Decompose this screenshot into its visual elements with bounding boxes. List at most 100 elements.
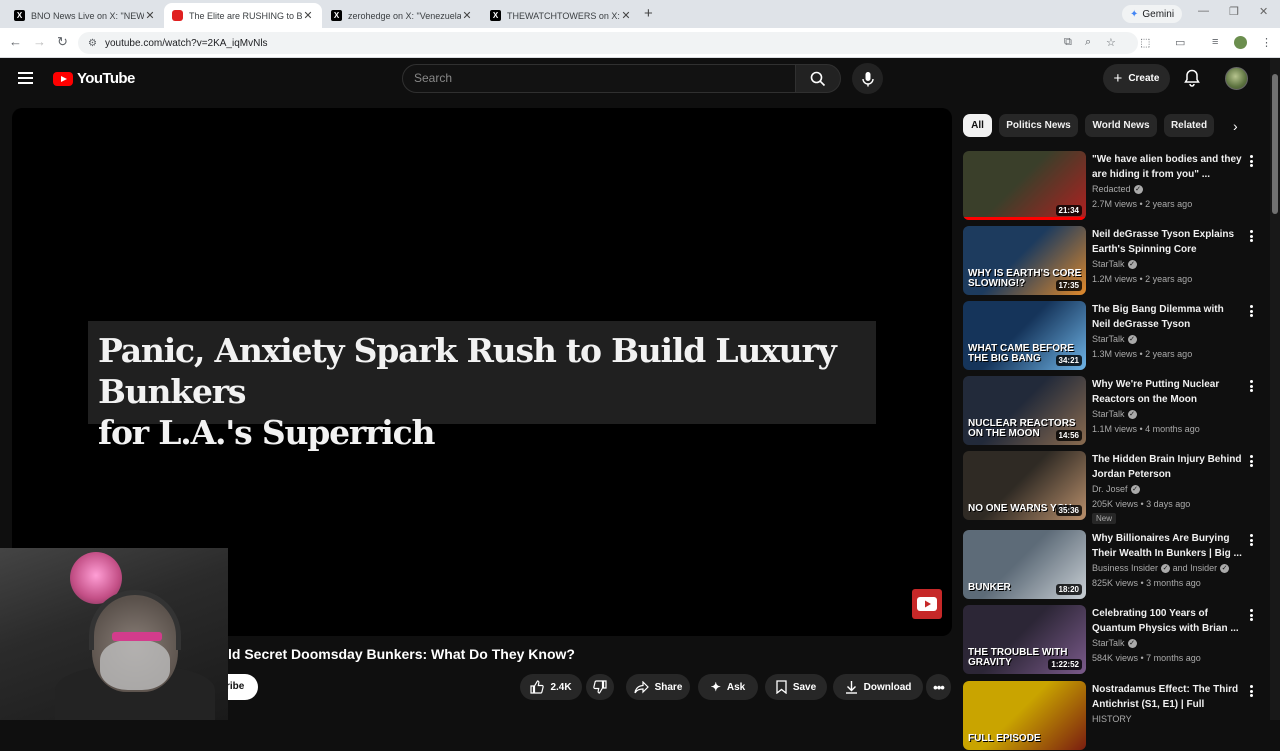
- browser-tab[interactable]: X THEWATCHTOWERS on X: "IT K ✕: [482, 3, 640, 28]
- site-info-icon[interactable]: ⚙: [88, 38, 97, 49]
- chip-all[interactable]: All: [963, 114, 992, 137]
- hamburger-menu-icon[interactable]: [18, 72, 33, 84]
- more-options-icon[interactable]: [1247, 607, 1255, 623]
- video-thumbnail[interactable]: BUNKER 18:20: [963, 530, 1086, 599]
- bell-icon: [1184, 69, 1200, 87]
- recommendation-title[interactable]: The Hidden Brain Injury Behind Jordan Pe…: [1092, 452, 1242, 482]
- video-frame-headline: Panic, Anxiety Spark Rush to Build Luxur…: [88, 321, 876, 452]
- recommendation-item[interactable]: WHY IS EARTH'S CORE SLOWING!? 17:35 Neil d…: [963, 226, 1263, 296]
- browser-tab[interactable]: X zerohedge on X: "Venezuela, Si ✕: [323, 3, 481, 28]
- scrollbar-thumb[interactable]: [1272, 74, 1278, 214]
- channel-name[interactable]: Business Insider ✓ and Insider ✓: [1092, 563, 1230, 574]
- video-thumbnail[interactable]: NO ONE WARNS YOU 35:36: [963, 451, 1086, 520]
- recommendation-title[interactable]: Celebrating 100 Years of Quantum Physics…: [1092, 606, 1242, 636]
- view-count-and-age: 2.7M views • 2 years ago: [1092, 199, 1193, 209]
- create-button[interactable]: + Create: [1103, 64, 1170, 93]
- reload-icon[interactable]: ↻: [57, 34, 68, 50]
- recommendation-item[interactable]: 21:34 "We have alien bodies and they are …: [963, 151, 1263, 221]
- channel-name[interactable]: StarTalk ✓: [1092, 409, 1137, 420]
- channel-name[interactable]: HISTORY: [1092, 714, 1132, 724]
- channel-name[interactable]: StarTalk ✓: [1092, 638, 1137, 649]
- video-thumbnail[interactable]: WHY IS EARTH'S CORE SLOWING!? 17:35: [963, 226, 1086, 295]
- channel-name[interactable]: StarTalk ✓: [1092, 259, 1137, 270]
- channel-name[interactable]: StarTalk ✓: [1092, 334, 1137, 345]
- video-thumbnail[interactable]: 21:34: [963, 151, 1086, 220]
- recommendation-item[interactable]: THE TROUBLE WITH GRAVITY 1:22:52 Celebrati…: [963, 605, 1263, 675]
- duration-badge: 17:35: [1055, 280, 1082, 291]
- back-arrow-icon[interactable]: ←: [9, 34, 22, 49]
- video-thumbnail[interactable]: NUCLEAR REACTORS ON THE MOON 14:56: [963, 376, 1086, 445]
- recommendation-title[interactable]: Why Billionaires Are Burying Their Wealt…: [1092, 531, 1242, 561]
- streamer-beard: [100, 640, 170, 690]
- voice-search-button[interactable]: [852, 63, 883, 94]
- youtube-logo-icon: [172, 10, 183, 21]
- like-button[interactable]: 2.4K: [520, 674, 582, 700]
- zoom-icon[interactable]: ⌕: [1085, 36, 1091, 49]
- page-scrollbar[interactable]: [1270, 58, 1280, 720]
- minimize-icon[interactable]: —: [1198, 5, 1209, 17]
- close-tab-icon[interactable]: ✕: [461, 9, 473, 22]
- chip-world-news[interactable]: World News: [1085, 114, 1157, 137]
- more-options-icon[interactable]: [1247, 532, 1255, 548]
- search-input[interactable]: Search: [402, 64, 796, 93]
- headline-line-2: for L.A.'s Superrich: [98, 413, 436, 452]
- channel-name[interactable]: Dr. Josef ✓: [1092, 484, 1140, 495]
- more-options-icon[interactable]: [1247, 683, 1255, 699]
- recommendation-item[interactable]: WHAT CAME BEFORE THE BIG BANG 34:21 The Bi…: [963, 301, 1263, 371]
- recommendation-title[interactable]: The Big Bang Dilemma with Neil deGrasse …: [1092, 302, 1242, 332]
- recommendation-title[interactable]: Why We're Putting Nuclear Reactors on th…: [1092, 377, 1242, 407]
- video-thumbnail[interactable]: FULL EPISODE: [963, 681, 1086, 750]
- browser-tab-active[interactable]: The Elite are RUSHING to B ✕: [164, 3, 322, 28]
- dislike-button[interactable]: [586, 674, 614, 700]
- new-tab-icon[interactable]: +: [644, 5, 653, 22]
- video-thumbnail[interactable]: THE TROUBLE WITH GRAVITY 1:22:52: [963, 605, 1086, 674]
- more-options-icon[interactable]: [1247, 228, 1255, 244]
- bookmark-star-icon[interactable]: ☆: [1106, 36, 1116, 49]
- share-button[interactable]: Share: [626, 674, 690, 700]
- recommendation-item[interactable]: NUCLEAR REACTORS ON THE MOON 14:56 Why We'…: [963, 376, 1263, 446]
- recommendation-item[interactable]: FULL EPISODE Nostradamus Effect: The Thir…: [963, 681, 1263, 751]
- ask-button[interactable]: ✦ Ask: [698, 674, 758, 700]
- forward-arrow-icon[interactable]: →: [33, 34, 46, 49]
- recommendation-title[interactable]: "We have alien bodies and they are hidin…: [1092, 152, 1242, 182]
- duration-badge: 21:34: [1055, 205, 1082, 216]
- account-avatar[interactable]: [1225, 67, 1248, 90]
- chip-related[interactable]: Related: [1164, 114, 1214, 137]
- channel-label: StarTalk: [1092, 638, 1125, 648]
- recommendation-title[interactable]: Neil deGrasse Tyson Explains Earth's Spi…: [1092, 227, 1242, 257]
- download-button[interactable]: Download: [833, 674, 923, 700]
- more-options-icon[interactable]: [1247, 153, 1255, 169]
- chip-politics-news[interactable]: Politics News: [999, 114, 1078, 137]
- close-window-icon[interactable]: ✕: [1259, 5, 1268, 18]
- maximize-icon[interactable]: ❐: [1229, 5, 1239, 18]
- browser-tab[interactable]: X BNO News Live on X: "NEW: Tru ✕: [6, 3, 164, 28]
- recommendation-title[interactable]: Nostradamus Effect: The Third Antichrist…: [1092, 682, 1242, 712]
- gemini-button[interactable]: ✦ Gemini: [1122, 5, 1183, 23]
- recommendation-item[interactable]: NO ONE WARNS YOU 35:36 The Hidden Brain In…: [963, 451, 1263, 524]
- more-options-icon[interactable]: [1247, 378, 1255, 394]
- install-app-icon[interactable]: ⧉: [1064, 36, 1072, 49]
- more-options-icon[interactable]: [1247, 303, 1255, 319]
- close-tab-icon[interactable]: ✕: [620, 9, 632, 22]
- extensions-icon[interactable]: ⬚: [1140, 36, 1150, 49]
- close-tab-icon[interactable]: ✕: [144, 9, 156, 22]
- side-panel-icon[interactable]: ▭: [1175, 36, 1185, 49]
- more-actions-button[interactable]: •••: [926, 674, 951, 700]
- reading-list-icon[interactable]: ≡: [1212, 36, 1218, 48]
- profile-avatar-icon[interactable]: [1234, 36, 1247, 49]
- video-thumbnail[interactable]: WHAT CAME BEFORE THE BIG BANG 34:21: [963, 301, 1086, 370]
- channel-watermark-icon[interactable]: [912, 589, 942, 619]
- recommendation-item[interactable]: BUNKER 18:20 Why Billionaires Are Burying …: [963, 530, 1263, 600]
- kebab-menu-icon[interactable]: ⋮: [1261, 36, 1272, 49]
- save-button[interactable]: Save: [765, 674, 827, 700]
- x-logo-icon: X: [490, 10, 501, 21]
- channel-name[interactable]: Redacted ✓: [1092, 184, 1143, 195]
- youtube-logo[interactable]: YouTube: [53, 70, 135, 87]
- notifications-button[interactable]: [1184, 69, 1200, 92]
- more-options-icon[interactable]: [1247, 453, 1255, 469]
- chevron-right-icon[interactable]: ›: [1233, 118, 1238, 134]
- close-tab-icon[interactable]: ✕: [302, 9, 314, 22]
- search-button[interactable]: [795, 64, 841, 93]
- address-bar[interactable]: ⚙ youtube.com/watch?v=2KA_iqMvNls: [78, 32, 1138, 54]
- channel-label: Dr. Josef: [1092, 484, 1128, 494]
